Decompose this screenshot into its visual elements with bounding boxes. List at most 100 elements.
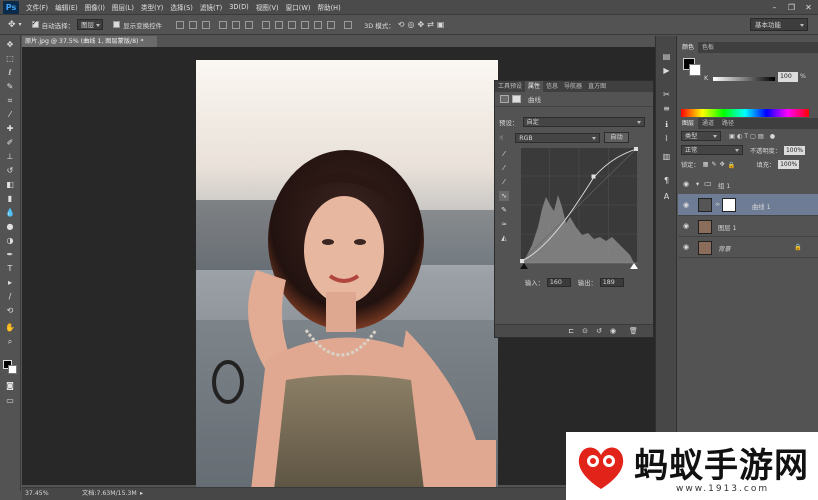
k-value-field[interactable]: 100: [778, 72, 798, 82]
gradient-tool-icon[interactable]: ▮: [4, 194, 16, 204]
menu-3d[interactable]: 3D(D): [229, 3, 249, 11]
menu-window[interactable]: 窗口(W): [286, 2, 311, 12]
background-color-swatch[interactable]: [8, 365, 17, 374]
eye-icon[interactable]: ◉: [683, 181, 691, 188]
clipping-warning-icon[interactable]: ◭: [499, 233, 509, 243]
hand-tool-icon[interactable]: ✋: [4, 323, 16, 333]
brush-panel-icon[interactable]: ⌇: [661, 134, 672, 144]
curve-control-point[interactable]: [591, 174, 596, 179]
eye-icon[interactable]: ◉: [683, 223, 691, 230]
tab-properties[interactable]: 属性: [525, 81, 544, 92]
3d-slide-icon[interactable]: ⇄: [427, 20, 434, 29]
curves-adjustment-icon[interactable]: [500, 95, 509, 103]
3d-rotate-icon[interactable]: ⟲: [398, 20, 405, 29]
color-spectrum[interactable]: [681, 109, 809, 117]
move-tool-preset[interactable]: ✥ ▾: [8, 20, 22, 30]
layer-filter-dropdown[interactable]: 类型: [681, 131, 721, 141]
3d-pan-icon[interactable]: ✥: [417, 20, 424, 29]
white-point-eyedropper-icon[interactable]: ⁄: [499, 177, 509, 187]
eyedropper-tool-icon[interactable]: ⁄: [4, 110, 16, 120]
character-panel-icon[interactable]: A: [661, 192, 672, 202]
info-panel-icon[interactable]: ℹ: [661, 120, 672, 130]
zoom-tool-icon[interactable]: ⌕: [4, 337, 16, 347]
histogram-panel-icon[interactable]: ▥: [661, 152, 672, 162]
tab-channels[interactable]: 通道: [698, 118, 718, 129]
smooth-curve-icon[interactable]: ≈: [499, 219, 509, 229]
3d-tool-icon[interactable]: ⟲: [4, 306, 16, 316]
view-previous-icon[interactable]: ⊙: [581, 327, 589, 335]
history-panel-icon[interactable]: ▤: [661, 52, 672, 62]
tab-paths[interactable]: 路径: [718, 118, 738, 129]
distribute-top-icon[interactable]: [262, 20, 271, 29]
preset-dropdown[interactable]: 自定: [522, 117, 645, 127]
type-tool-icon[interactable]: T: [4, 264, 16, 274]
link-chain-icon[interactable]: ∞: [715, 201, 720, 208]
quick-select-tool-icon[interactable]: ✎: [4, 82, 16, 92]
filter-smart-icon[interactable]: ▤: [758, 133, 764, 140]
history-brush-tool-icon[interactable]: ↺: [4, 166, 16, 176]
filter-shape-icon[interactable]: ▢: [750, 133, 756, 140]
visibility-toggle-icon[interactable]: ◉: [609, 327, 617, 335]
screen-mode-icon[interactable]: ▭: [4, 396, 16, 406]
menu-layer[interactable]: 图层(L): [112, 2, 134, 12]
menu-edit[interactable]: 编辑(E): [55, 2, 78, 12]
menu-view[interactable]: 视图(V): [256, 2, 279, 12]
tab-color[interactable]: 颜色: [678, 42, 699, 53]
close-icon[interactable]: ✕: [803, 3, 814, 12]
auto-select-option[interactable]: 自动选择： 图层: [31, 19, 104, 30]
tab-swatches[interactable]: 色板: [698, 42, 718, 53]
align-hcenter-icon[interactable]: [232, 20, 241, 29]
eye-icon[interactable]: ◉: [683, 244, 691, 251]
lock-position-icon[interactable]: ✥: [720, 161, 725, 168]
auto-align-icon[interactable]: [344, 20, 353, 29]
curves-graph[interactable]: [519, 146, 639, 269]
distribute-vcenter-icon[interactable]: [275, 20, 284, 29]
lock-pixels-icon[interactable]: ▦: [703, 161, 709, 168]
menu-image[interactable]: 图像(I): [85, 2, 105, 12]
lasso-tool-icon[interactable]: ℓ: [4, 68, 16, 78]
eye-icon[interactable]: ◉: [683, 202, 691, 209]
minimize-icon[interactable]: –: [769, 3, 780, 12]
distribute-hcenter-icon[interactable]: [314, 20, 323, 29]
show-transform-checkbox[interactable]: [113, 21, 121, 28]
input-field[interactable]: 160: [546, 278, 571, 287]
layer-row-group[interactable]: ◉ ▾ ▭ 组 1: [678, 175, 818, 195]
target-adjust-icon[interactable]: ☝: [499, 134, 503, 142]
lock-paint-icon[interactable]: ✎: [711, 161, 716, 168]
actions-panel-icon[interactable]: ▶: [661, 66, 672, 76]
align-left-icon[interactable]: [219, 20, 228, 29]
marquee-tool-icon[interactable]: ⬚: [4, 54, 16, 64]
3d-roll-icon[interactable]: ◎: [407, 20, 414, 29]
fill-field[interactable]: 100%: [778, 160, 800, 169]
tab-layers[interactable]: 图层: [678, 118, 699, 129]
tab-navigator[interactable]: 导航器: [561, 81, 585, 92]
align-vcenter-icon[interactable]: [189, 20, 198, 29]
opacity-field[interactable]: 100%: [783, 145, 806, 155]
tab-tool-presets[interactable]: 工具预设: [495, 81, 525, 92]
lock-all-icon[interactable]: 🔒: [728, 161, 736, 169]
blur-tool-icon[interactable]: 💧: [4, 208, 16, 218]
menu-file[interactable]: 文件(F): [26, 2, 48, 12]
reset-icon[interactable]: ↺: [595, 327, 603, 335]
path-select-tool-icon[interactable]: ▸: [4, 278, 16, 288]
layer-row-layer1[interactable]: ◉ 图层 1: [678, 217, 818, 237]
menu-filter[interactable]: 滤镜(T): [200, 2, 222, 12]
distribute-bottom-icon[interactable]: [288, 20, 297, 29]
filter-toggle-icon[interactable]: ●: [770, 133, 775, 140]
sponge-tool-icon[interactable]: ◑: [4, 236, 16, 246]
tools-panel-icon[interactable]: ✂: [661, 90, 672, 100]
workspace-switcher[interactable]: 基本功能: [750, 18, 808, 31]
channel-dropdown[interactable]: RGB: [515, 132, 601, 143]
crop-tool-icon[interactable]: ⌗: [4, 96, 16, 106]
filter-pixel-icon[interactable]: ▣: [729, 133, 735, 140]
show-transform-option[interactable]: 显示变换控件: [113, 20, 162, 30]
brush-tool-icon[interactable]: ✐: [4, 138, 16, 148]
restore-icon[interactable]: ❐: [786, 3, 797, 12]
output-field[interactable]: 189: [599, 278, 624, 287]
pencil-draw-icon[interactable]: ✎: [499, 205, 509, 215]
background-color-swatch[interactable]: [689, 64, 701, 76]
filter-adjust-icon[interactable]: ◐: [737, 133, 742, 140]
filter-type-icon[interactable]: T: [744, 133, 748, 140]
align-top-icon[interactable]: [176, 20, 185, 29]
mask-icon[interactable]: [512, 95, 521, 103]
